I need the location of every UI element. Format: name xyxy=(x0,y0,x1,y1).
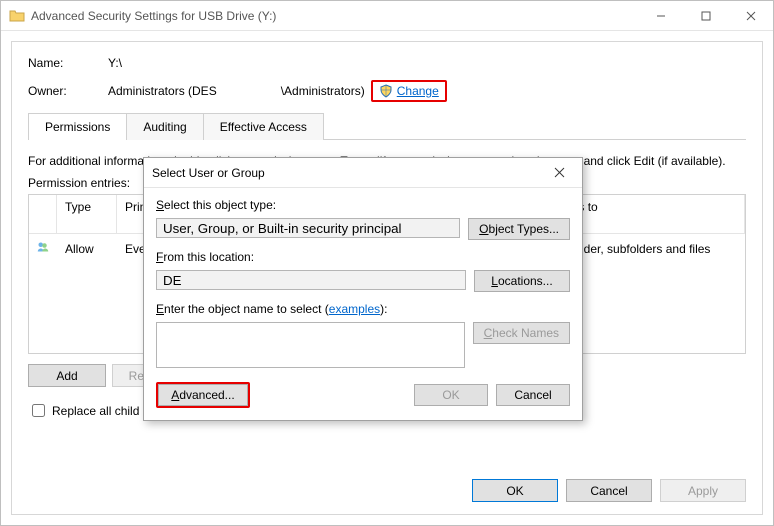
cell-type: Allow xyxy=(57,239,117,259)
window-title: Advanced Security Settings for USB Drive… xyxy=(31,9,638,23)
tab-effective-access[interactable]: Effective Access xyxy=(203,113,324,140)
locations-button[interactable]: Locations... xyxy=(474,270,570,292)
dialog-close-button[interactable] xyxy=(544,165,574,181)
maximize-button[interactable] xyxy=(683,1,728,30)
tabstrip: Permissions Auditing Effective Access xyxy=(28,112,746,140)
location-input[interactable] xyxy=(156,270,466,290)
advanced-highlight: Advanced... xyxy=(156,382,250,408)
add-button[interactable]: Add xyxy=(28,364,106,387)
check-names-button[interactable]: Check Names xyxy=(473,322,570,344)
users-icon xyxy=(37,242,49,256)
folder-icon xyxy=(9,8,25,24)
change-owner-link[interactable]: Change xyxy=(397,84,439,98)
dialog-ok-button[interactable]: OK xyxy=(414,384,488,406)
examples-link[interactable]: examples xyxy=(329,302,380,316)
minimize-button[interactable] xyxy=(638,1,683,30)
name-value: Y:\ xyxy=(108,56,122,70)
owner-redacted xyxy=(223,85,275,97)
replace-checkbox[interactable] xyxy=(32,404,45,417)
owner-value-suffix: \Administrators) xyxy=(281,84,365,98)
close-button[interactable] xyxy=(728,1,773,30)
advanced-button[interactable]: Advanced... xyxy=(158,384,248,406)
cancel-button[interactable]: Cancel xyxy=(566,479,652,502)
object-name-label: Enter the object name to select (example… xyxy=(156,302,570,316)
owner-value-prefix: Administrators (DES xyxy=(108,84,217,98)
owner-label: Owner: xyxy=(28,84,108,98)
shield-icon xyxy=(379,84,393,98)
name-label: Name: xyxy=(28,56,108,70)
location-label: From this location: xyxy=(156,250,570,264)
dialog-cancel-button[interactable]: Cancel xyxy=(496,384,570,406)
object-type-label: Select this object type: xyxy=(156,198,570,212)
titlebar: Advanced Security Settings for USB Drive… xyxy=(1,1,773,31)
object-name-input[interactable] xyxy=(156,322,465,368)
col-type[interactable]: Type xyxy=(57,195,117,233)
object-types-button[interactable]: Object Types... xyxy=(468,218,570,240)
tab-auditing[interactable]: Auditing xyxy=(126,113,203,140)
object-type-input[interactable] xyxy=(156,218,460,238)
apply-button[interactable]: Apply xyxy=(660,479,746,502)
change-owner-highlight: Change xyxy=(371,80,447,102)
main-window: Advanced Security Settings for USB Drive… xyxy=(0,0,774,526)
ok-button[interactable]: OK xyxy=(472,479,558,502)
dialog-title: Select User or Group xyxy=(152,166,544,180)
tab-permissions[interactable]: Permissions xyxy=(28,113,127,140)
select-user-dialog: Select User or Group Select this object … xyxy=(143,157,583,421)
